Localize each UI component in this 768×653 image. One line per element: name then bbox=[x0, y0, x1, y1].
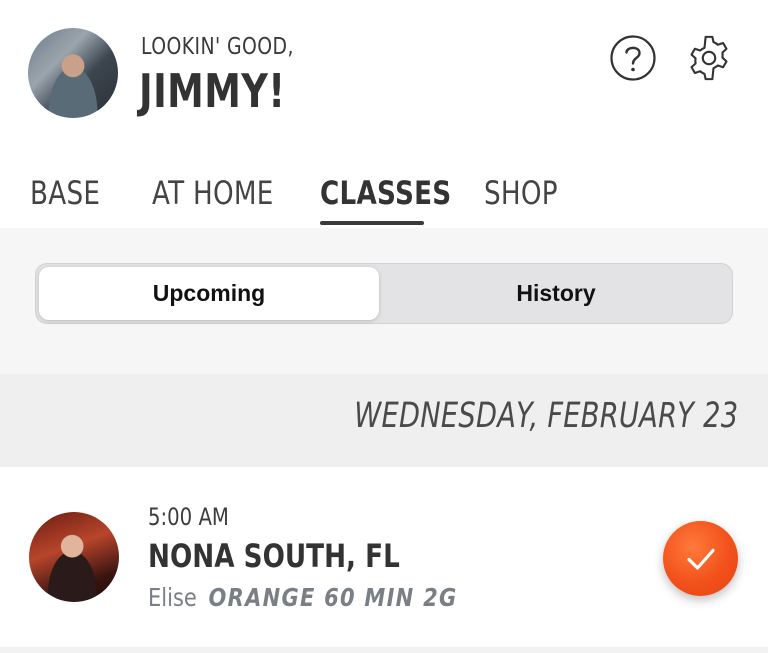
booked-status-button[interactable] bbox=[663, 521, 738, 596]
class-time: 5:00 AM bbox=[148, 503, 229, 531]
active-tab-indicator bbox=[320, 221, 424, 225]
profile-header: LOOKIN' GOOD, JIMMY! bbox=[0, 0, 768, 150]
divider bbox=[0, 647, 768, 653]
tab-base[interactable]: BASE bbox=[30, 174, 100, 212]
tab-shop[interactable]: SHOP bbox=[484, 174, 558, 212]
segment-container: Upcoming History bbox=[0, 228, 768, 374]
question-circle-icon bbox=[610, 35, 656, 81]
help-button[interactable] bbox=[609, 34, 657, 82]
studio-name: NONA SOUTH, FL bbox=[148, 537, 400, 575]
tab-classes[interactable]: CLASSES bbox=[320, 174, 451, 212]
segment-history[interactable]: History bbox=[382, 267, 730, 320]
settings-button[interactable] bbox=[685, 34, 733, 82]
tab-at-home[interactable]: AT HOME bbox=[152, 174, 274, 212]
segment-upcoming[interactable]: Upcoming bbox=[39, 267, 379, 320]
greeting-text: LOOKIN' GOOD, bbox=[141, 34, 294, 60]
user-avatar[interactable] bbox=[28, 28, 118, 118]
coach-name: Elise bbox=[148, 583, 197, 612]
user-name: JIMMY! bbox=[139, 64, 286, 118]
upcoming-history-toggle: Upcoming History bbox=[35, 263, 733, 324]
class-name: ORANGE 60 MIN 2G bbox=[208, 583, 458, 612]
date-label: WEDNESDAY, FEBRUARY 23 bbox=[354, 396, 738, 436]
class-meta: Elise ORANGE 60 MIN 2G bbox=[148, 583, 457, 612]
gear-icon bbox=[690, 35, 728, 81]
date-header: WEDNESDAY, FEBRUARY 23 bbox=[0, 374, 768, 467]
class-list-item[interactable]: 5:00 AM NONA SOUTH, FL Elise ORANGE 60 MI… bbox=[0, 467, 768, 653]
main-tabs: BASE AT HOME CLASSES SHOP bbox=[0, 150, 768, 228]
checkmark-icon bbox=[686, 548, 715, 570]
coach-avatar bbox=[29, 512, 119, 602]
